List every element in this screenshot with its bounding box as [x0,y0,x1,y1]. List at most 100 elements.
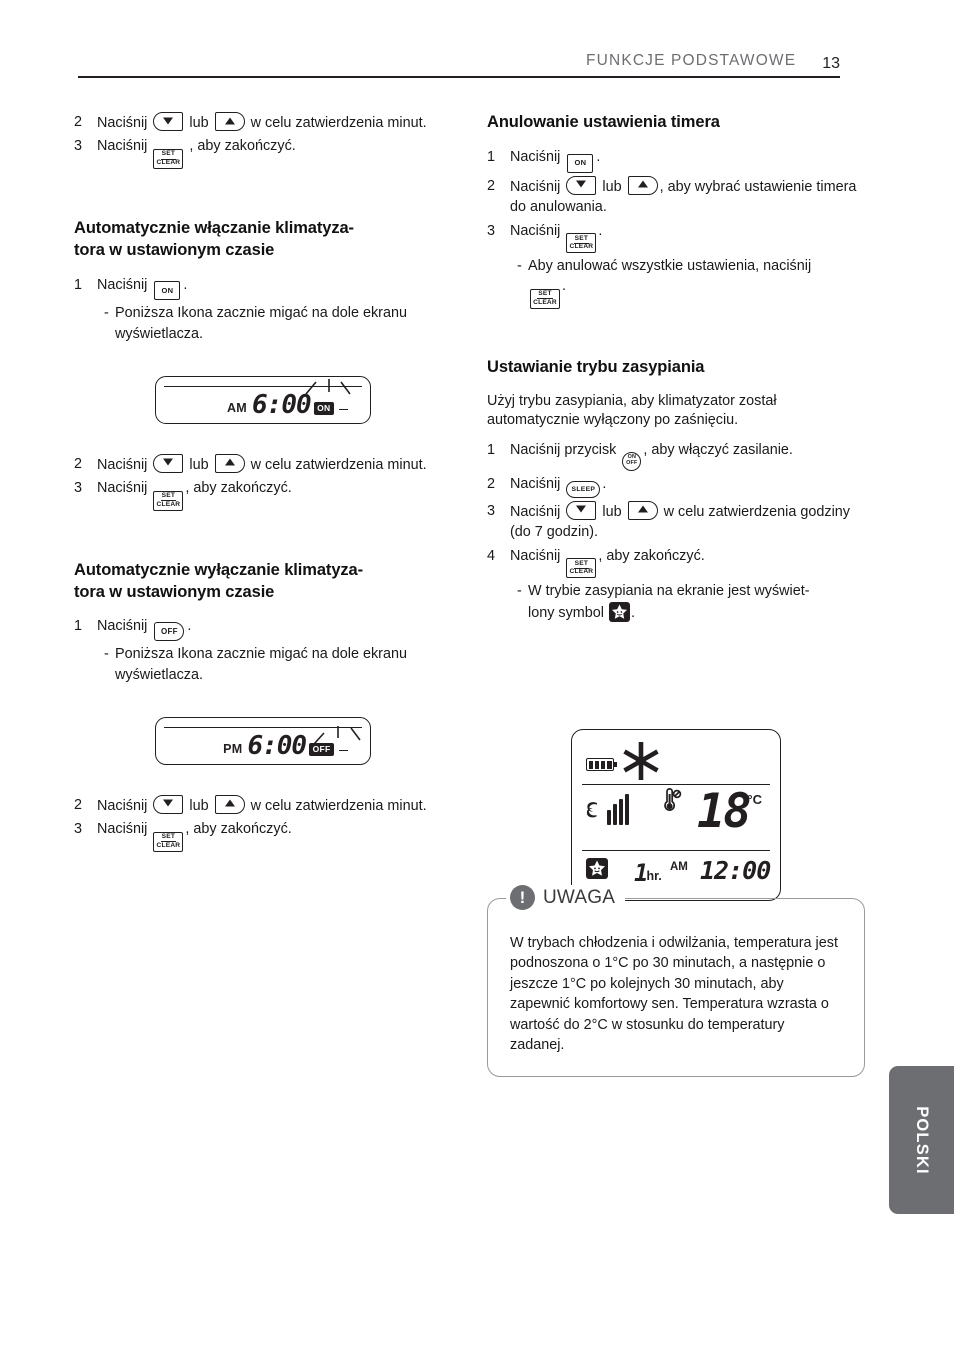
step-text-after: w celu zatwierdzenia minut. [250,115,427,131]
auto-on-note: - Poniższa Ikona zacznie migać na dole e… [104,303,452,343]
sleep-button-icon[interactable]: SLEEP [566,480,601,498]
step-text: Naciśnij SLEEP. [510,474,865,498]
set-clear-button-icon[interactable]: SET CLEAR [530,288,560,309]
lcd-temperature-value: 18 [697,784,752,839]
set-clear-button-icon[interactable]: SET CLEAR [566,233,597,254]
sleep-step-1: 1 Naciśnij przycisk ON OFF , aby włączyć… [487,440,865,471]
uwaga-note-box: ! UWAGA W trybach chłodzenia i odwilżani… [487,885,865,1077]
lcd-ampm: AM [226,400,248,415]
dash-marker: - [104,646,109,663]
lcd-dash-icon [339,408,348,410]
conjunction-lub: lub [189,456,209,473]
down-button-icon[interactable] [566,175,597,195]
step-text: Naciśnij SET CLEAR , aby zakończyć. [97,478,452,511]
note-body-text: W trybach chłodzenia i odwilżania, tempe… [510,935,838,1054]
step-text: Naciśnij SET CLEAR , aby zakończyć. [510,546,865,579]
on-button-icon[interactable]: ON [567,153,594,173]
fan-swirl-icon [586,801,597,817]
step-text-after: . [187,618,192,635]
lcd-ampm: PM [223,741,243,756]
sleep-step-3: 3 Naciśnij lub w celu zatwierdzenia godz… [487,500,865,543]
step-text: Naciśnij ON. [510,147,865,173]
up-button-icon[interactable] [627,500,658,520]
exclamation-icon: ! [510,885,535,910]
up-button-icon[interactable] [214,112,245,131]
step-continued-2: 2 Naciśnij lub w celu zatwierdzenia minu… [74,112,452,133]
remote-lcd-display: 18 °C 1hr. AM 12:00 [571,729,781,901]
fan-speed-indicator [584,794,629,825]
lcd-on-badge: ON [313,401,334,415]
note-text: Poniższa Ikona zacznie migać na dole ekr… [115,646,407,683]
lcd-time: 6:00 [247,730,307,761]
step-text-after: , aby zakończyć. [185,480,292,497]
step-text-after: , aby wybrać ustawienie timera do anulow… [510,178,857,216]
step-text: Naciśnij lub w celu zatwierdzenia minut. [97,112,452,133]
fan-speed-bars [607,794,629,825]
note-text-after: . [562,278,566,295]
step-number: 1 [74,276,83,293]
step-text-before: Naciśnij [97,480,148,497]
sleep-step-4: 4 Naciśnij SET CLEAR , aby zakończyć. [487,546,865,579]
lcd-divider [164,385,362,387]
power-off-label: OFF [626,460,638,467]
on-label: ON [161,285,174,295]
note-text-line-1: W trybie zasypiania na ekranie jest wyśw… [528,583,810,600]
dash-marker: - [104,305,109,322]
auto-on-step-1: 1 Naciśnij ON. [74,275,452,301]
step-text: Naciśnij SET CLEAR , aby zakończyć. [97,136,452,170]
set-clear-button-icon[interactable]: SET CLEAR [153,831,184,852]
lcd-time: 6:00 [252,389,312,420]
down-button-icon[interactable] [153,794,184,814]
page-number: 13 [822,55,840,72]
down-button-icon[interactable] [153,112,184,131]
step-number: 3 [487,222,496,239]
note-text: Aby anulować wszystkie ustawienia, naciś… [528,256,865,309]
step-number: 2 [74,796,83,813]
clear-label: CLEAR [156,500,181,508]
lcd-row: AM 6:00 ON [156,392,370,419]
off-label: OFF [160,627,178,637]
sleep-star-icon [608,601,630,622]
step-text-before: Naciśnij przycisk [510,442,617,459]
lcd-clock-time: 12:00 [700,856,771,885]
step-text-before: Naciśnij [97,456,148,473]
on-label: ON [574,157,587,167]
step-text-after: , aby zakończyć. [598,547,705,564]
cancel-step-3: 3 Naciśnij SET CLEAR . [487,221,865,254]
lcd-hours-unit: hr. [646,869,662,883]
step-text: Naciśnij SET CLEAR . [510,221,865,254]
step-text-after: , aby zakończyć. [189,138,296,155]
lcd-row: PM 6:00 OFF [156,733,370,760]
set-clear-button-icon[interactable]: SET CLEAR [153,490,184,511]
step-text-after: . [598,222,603,239]
step-text: Naciśnij OFF. [97,616,452,642]
clear-label: CLEAR [156,841,181,849]
lcd-sleep-hours: 1hr. [634,861,664,885]
lcd-divider [164,726,362,728]
up-button-icon[interactable] [214,453,245,473]
down-button-icon[interactable] [153,453,184,473]
cancel-step-2: 2 Naciśnij lub , aby wybrać ustawienie t… [487,175,865,218]
step-text: Naciśnij lub , aby wybrać ustawienie tim… [510,175,865,218]
off-button-icon[interactable]: OFF [154,622,185,642]
auto-off-step-3: 3 Naciśnij SET CLEAR , aby zakończyć. [74,819,452,852]
step-number: 3 [487,502,496,519]
sleep-label: SLEEP [571,485,596,493]
language-label: POLSKI [913,1105,931,1175]
step-text: Naciśnij lub w celu zatwierdzenia minut. [97,453,452,475]
step-text-before: Naciśnij [97,276,148,293]
left-column: 2 Naciśnij lub w celu zatwierdzenia minu… [74,112,452,855]
sleep-intro-text: Użyj trybu zasypiania, aby klimatyzator … [487,392,777,429]
up-button-icon[interactable] [214,794,245,814]
step-text-after: . [183,276,188,293]
on-button-icon[interactable]: ON [154,281,181,301]
power-on-off-button-icon[interactable]: ON OFF [622,451,642,471]
step-text-before: Naciśnij [510,503,561,520]
up-button-icon[interactable] [627,175,658,195]
set-clear-button-icon[interactable]: SET CLEAR [566,558,597,579]
step-text-after: . [596,148,601,165]
note-text: Poniższa Ikona zacznie migać na dole ekr… [115,305,407,342]
set-clear-button-icon[interactable]: SET CLEAR [153,149,184,170]
down-button-icon[interactable] [566,500,597,520]
clear-label: CLEAR [156,159,181,167]
